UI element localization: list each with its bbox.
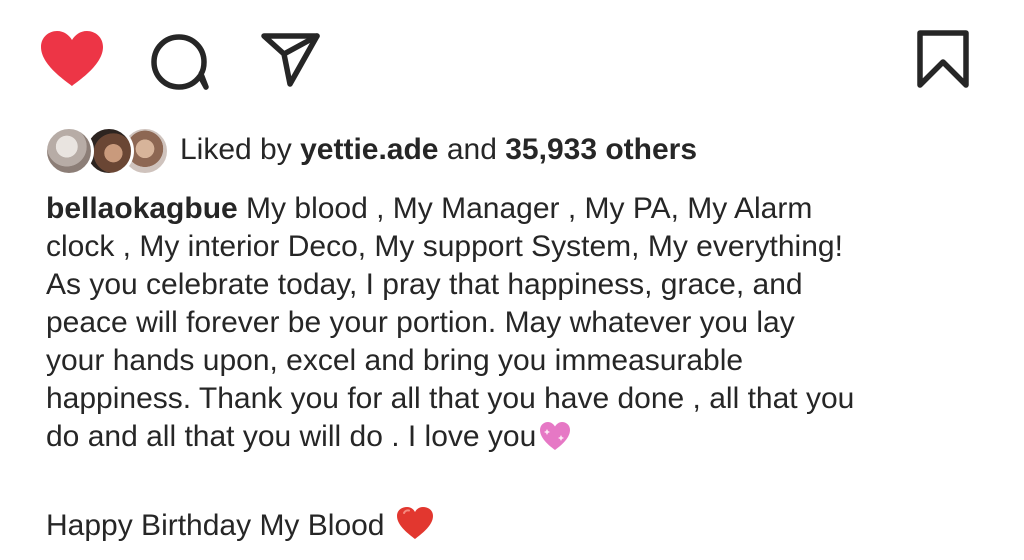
caption-line: happiness. Thank you for all that you ha… xyxy=(46,382,855,415)
red-heart-icon xyxy=(396,507,433,539)
post-action-bar xyxy=(0,0,1024,110)
caption-text: do and all that you will do . I love you xyxy=(46,420,537,453)
caption-line: bellaokagbue My blood , My Manager , My … xyxy=(46,190,1006,228)
post-caption: bellaokagbue My blood , My Manager , My … xyxy=(46,190,1006,456)
likes-connector: and xyxy=(446,133,497,166)
caption-username[interactable]: bellaokagbue xyxy=(46,192,238,225)
share-icon[interactable] xyxy=(258,30,322,88)
bookmark-icon[interactable] xyxy=(912,28,974,90)
liker-avatars[interactable] xyxy=(44,126,170,176)
caption-line: peace will forever be your portion. May … xyxy=(46,306,795,339)
comment-icon[interactable] xyxy=(148,34,212,90)
sparkling-heart-icon xyxy=(540,422,571,450)
likes-prefix: Liked by xyxy=(180,133,292,166)
liker-username[interactable]: yettie.ade xyxy=(300,133,438,166)
likes-row: Liked by yettie.ade and 35,933 others xyxy=(44,124,1004,176)
caption-line: As you celebrate today, I pray that happ… xyxy=(46,268,803,301)
caption-line: do and all that you will do . I love you xyxy=(46,418,1006,456)
likes-count[interactable]: 35,933 others xyxy=(505,133,697,166)
likes-summary: Liked by yettie.ade and 35,933 others xyxy=(180,130,697,170)
caption-line: clock , My interior Deco, My support Sys… xyxy=(46,230,843,263)
caption-text: My blood , My Manager , My PA, My Alarm xyxy=(237,192,813,225)
caption-text: Happy Birthday My Blood xyxy=(46,509,393,542)
heart-icon[interactable] xyxy=(38,28,106,90)
caption-line: your hands upon, excel and bring you imm… xyxy=(46,344,744,377)
caption-birthday-line: Happy Birthday My Blood xyxy=(46,505,435,545)
avatar xyxy=(44,126,94,176)
